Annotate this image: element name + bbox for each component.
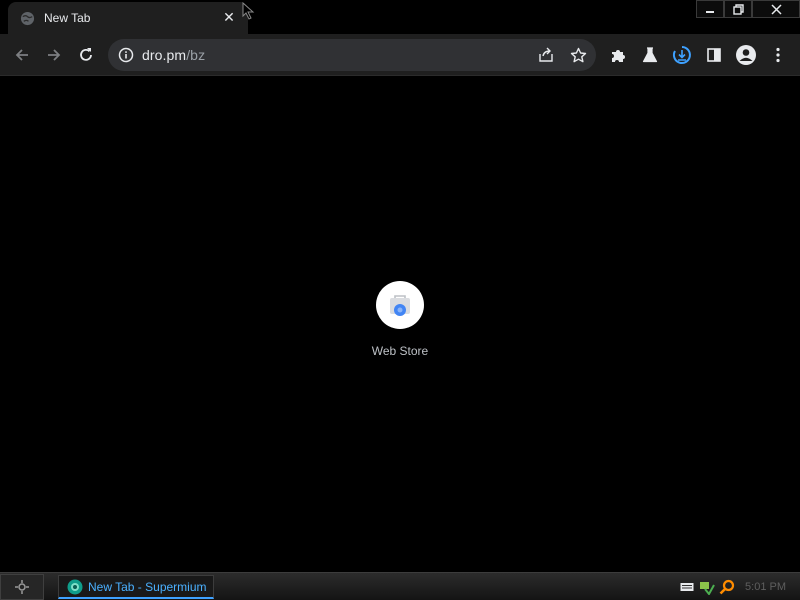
minimize-button[interactable] xyxy=(696,0,724,18)
url-path: /bz xyxy=(186,47,206,63)
taskbar-item-label: New Tab - Supermium xyxy=(88,579,207,594)
restore-icon xyxy=(732,3,744,15)
back-arrow-icon xyxy=(15,49,28,61)
taskbar: New Tab - Supermium 5:01 PM xyxy=(0,572,800,600)
download-button[interactable] xyxy=(668,41,696,69)
keyboard-tray-button[interactable] xyxy=(679,579,695,595)
new-tab-page: Web Store xyxy=(0,77,800,572)
supermium-icon xyxy=(67,579,83,594)
share-button[interactable] xyxy=(532,41,560,69)
network-tray-button[interactable] xyxy=(699,579,715,595)
tab-new-tab[interactable]: New Tab ✕ xyxy=(8,2,248,34)
star-icon xyxy=(570,47,586,62)
side-panel-icon xyxy=(707,48,721,62)
search-icon xyxy=(719,579,735,595)
flask-icon xyxy=(642,47,658,63)
cursor-icon xyxy=(242,2,255,20)
tab-close-button[interactable]: ✕ xyxy=(220,8,238,26)
start-button[interactable] xyxy=(0,574,44,600)
address-bar[interactable]: dro.pm/bz xyxy=(108,39,596,71)
kebab-menu-icon xyxy=(776,47,780,63)
side-panel-button[interactable] xyxy=(700,41,728,69)
back-button[interactable] xyxy=(8,41,36,69)
share-icon xyxy=(539,47,553,62)
forward-arrow-icon xyxy=(48,49,61,61)
browser-toolbar: dro.pm/bz xyxy=(0,34,800,76)
taskbar-item-browser[interactable]: New Tab - Supermium xyxy=(58,575,214,599)
globe-icon xyxy=(20,11,35,26)
close-window-button[interactable] xyxy=(752,0,800,18)
profile-button[interactable] xyxy=(732,41,760,69)
keyboard-icon xyxy=(680,583,694,591)
download-icon xyxy=(672,46,691,64)
minimize-icon xyxy=(706,11,714,13)
puzzle-icon xyxy=(611,49,625,62)
labs-button[interactable] xyxy=(636,41,664,69)
reload-button[interactable] xyxy=(72,41,100,69)
web-store-icon xyxy=(390,295,410,316)
menu-button[interactable] xyxy=(764,41,792,69)
url-host: dro.pm xyxy=(142,47,187,63)
forward-button[interactable] xyxy=(40,41,68,69)
search-tray-button[interactable] xyxy=(719,579,735,595)
system-tray: 5:01 PM xyxy=(679,575,800,599)
shortcut-web-store[interactable]: Web Store xyxy=(360,281,440,361)
tab-strip: New Tab ✕ xyxy=(0,0,800,34)
restore-button[interactable] xyxy=(724,0,752,18)
profile-icon xyxy=(736,45,756,65)
shortcut-tile[interactable] xyxy=(376,281,424,329)
site-info-icon[interactable] xyxy=(117,46,135,64)
start-icon xyxy=(15,580,29,594)
tab-title: New Tab xyxy=(44,11,91,25)
window-controls xyxy=(696,0,800,20)
close-icon xyxy=(770,3,782,15)
clock[interactable]: 5:01 PM xyxy=(745,581,786,593)
reload-icon xyxy=(80,48,92,61)
shortcut-label: Web Store xyxy=(371,344,429,358)
bookmark-button[interactable] xyxy=(564,41,592,69)
network-icon xyxy=(700,582,715,595)
url-text[interactable]: dro.pm/bz xyxy=(142,47,205,63)
extensions-button[interactable] xyxy=(604,41,632,69)
